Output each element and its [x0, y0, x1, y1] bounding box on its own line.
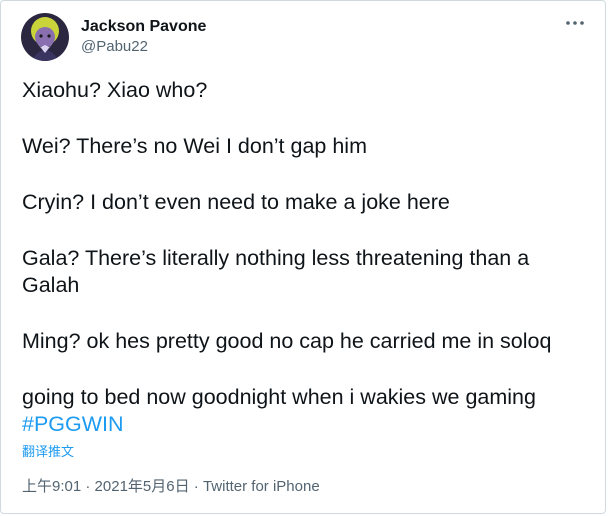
- tweet-last-text: going to bed now goodnight when i wakies…: [22, 385, 536, 409]
- avatar[interactable]: [21, 13, 69, 61]
- more-options-button[interactable]: [563, 13, 587, 33]
- meta-separator: ·: [81, 478, 95, 495]
- tweet-source[interactable]: Twitter for iPhone: [203, 478, 320, 495]
- tweet-paragraph: Cryin? I don’t even need to make a joke …: [22, 190, 450, 214]
- tweet-metadata: 上午9:01 · 2021年5月6日 · Twitter for iPhone: [22, 477, 320, 497]
- author-handle[interactable]: @Pabu22: [81, 37, 206, 57]
- tweet-paragraph-last: going to bed now goodnight when i wakies…: [22, 384, 582, 438]
- tweet-paragraph: Ming? ok hes pretty good no cap he carri…: [22, 329, 552, 353]
- tweet-paragraph: Gala? There’s literally nothing less thr…: [22, 246, 530, 297]
- meta-separator: ·: [189, 478, 203, 495]
- translate-tweet-link[interactable]: 翻译推文: [22, 443, 74, 461]
- tweet-time[interactable]: 上午9:01: [22, 478, 81, 495]
- tweet-text: Xiaohu? Xiao who? Wei? There’s no Wei I …: [22, 77, 582, 438]
- tweet-header: Jackson Pavone @Pabu22: [21, 11, 206, 63]
- hashtag-link[interactable]: #PGGWIN: [22, 412, 124, 436]
- author-display-name[interactable]: Jackson Pavone: [81, 17, 206, 37]
- tweet-paragraph: Xiaohu? Xiao who?: [22, 78, 208, 102]
- tweet-card: Jackson Pavone @Pabu22 Xiaohu? Xiao who?…: [0, 0, 606, 514]
- author-names: Jackson Pavone @Pabu22: [81, 17, 206, 57]
- avatar-image: [21, 13, 69, 61]
- tweet-date[interactable]: 2021年5月6日: [95, 478, 190, 495]
- tweet-paragraph: Wei? There’s no Wei I don’t gap him: [22, 134, 367, 158]
- more-horizontal-icon: [566, 21, 584, 25]
